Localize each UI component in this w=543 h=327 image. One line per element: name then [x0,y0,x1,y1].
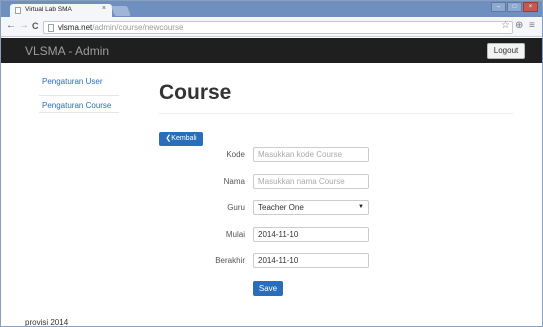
kode-label: Kode [226,150,245,159]
tab-title: Virtual Lab SMA [25,6,72,13]
mulai-label: Mulai [225,230,245,239]
url-path: /admin/course/newcourse [92,23,184,32]
sidebar-nav: Pengaturan User Pengaturan Course [39,75,119,115]
address-bar[interactable]: vlsma.net/admin/course/newcourse [43,21,513,34]
minimize-icon[interactable]: – [491,2,506,12]
chevron-down-icon: ▼ [358,204,364,210]
back-arrow-icon[interactable]: ← [6,20,16,32]
logout-button[interactable]: Logout [487,43,525,59]
form-row-kode: Kode Masukkan kode Course [161,147,521,163]
guru-selected-value: Teacher One [258,203,304,212]
url-host: vlsma.net [58,23,93,32]
form-row-guru: Guru Teacher One ▼ [161,200,521,216]
title-bar: Virtual Lab SMA × – □ × [1,1,542,17]
brand-title[interactable]: VLSMA - Admin [25,44,109,58]
title-divider [159,113,513,114]
page-icon [48,24,54,32]
window-controls: – □ × [491,2,538,12]
page-title: Course [159,81,232,104]
sidebar-item-pengaturan-user[interactable]: Pengaturan User [39,75,119,95]
new-tab-button[interactable] [111,6,131,16]
menu-icon[interactable]: ≡ [529,20,535,32]
tab-close-icon[interactable]: × [102,5,106,12]
window-close-icon[interactable]: × [523,2,538,12]
berakhir-label: Berakhir [215,256,245,265]
back-button[interactable]: ❮Kembali [159,132,203,146]
page-favicon-icon [15,7,21,14]
extension-icon[interactable]: ⊕ [515,20,523,32]
forward-arrow-icon[interactable]: → [19,20,29,32]
browser-window: Virtual Lab SMA × – □ × ← → C vlsma.net/… [0,0,543,327]
url-text: vlsma.net/admin/course/newcourse [58,23,183,32]
form-row-mulai: Mulai 2014-11-10 [161,227,521,243]
browser-toolbar: ← → C vlsma.net/admin/course/newcourse ☆… [1,17,542,37]
reload-icon[interactable]: C [32,20,39,32]
sidebar-divider [39,112,119,113]
guru-select[interactable]: Teacher One ▼ [253,200,369,215]
nama-label: Nama [223,177,245,186]
save-button[interactable]: Save [253,281,283,296]
app-navbar: VLSMA - Admin Logout [1,38,542,63]
bookmark-star-icon[interactable]: ☆ [501,20,510,32]
kode-input[interactable]: Masukkan kode Course [253,147,369,162]
footer-text: provisi 2014 [25,318,69,327]
nama-input[interactable]: Masukkan nama Course [253,174,369,189]
browser-tab[interactable]: Virtual Lab SMA × [10,4,112,17]
guru-label: Guru [227,203,245,212]
maximize-icon[interactable]: □ [507,2,522,12]
berakhir-date-input[interactable]: 2014-11-10 [253,253,369,268]
form-row-berakhir: Berakhir 2014-11-10 [161,253,521,269]
form-row-nama: Nama Masukkan nama Course [161,174,521,190]
mulai-date-input[interactable]: 2014-11-10 [253,227,369,242]
